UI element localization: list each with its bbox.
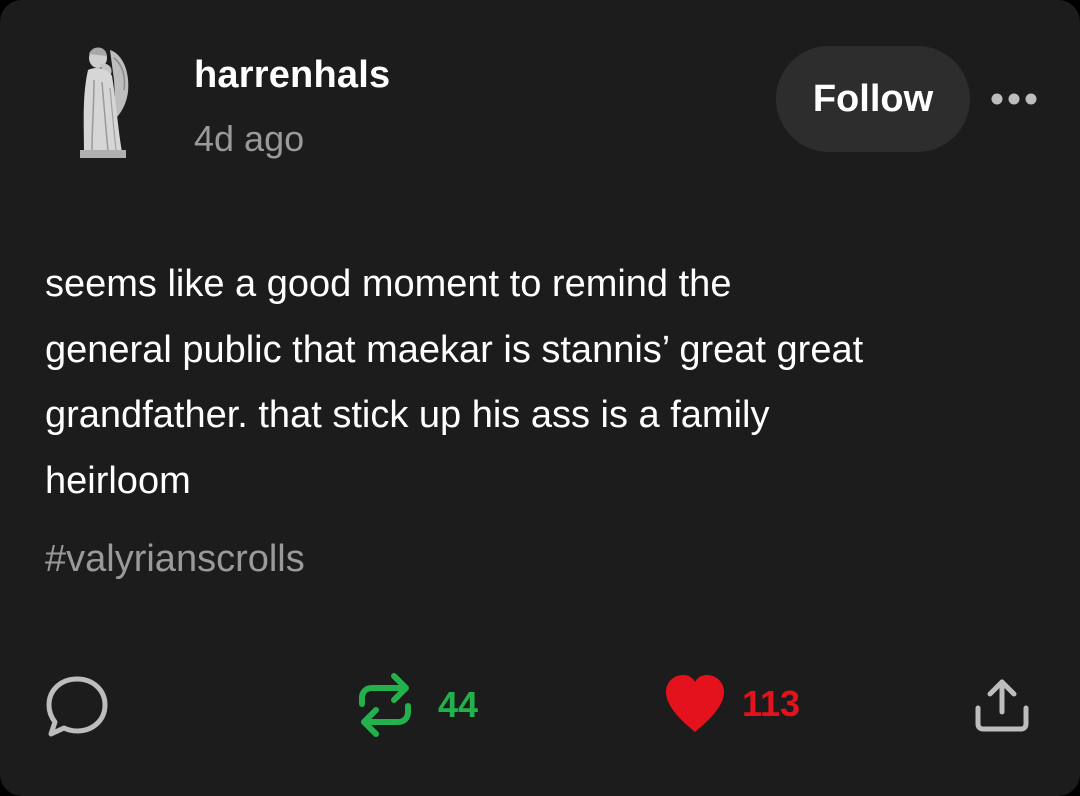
- angel-statue-avatar-icon: [80, 47, 129, 158]
- heart-icon: [666, 675, 724, 732]
- share-icon: [975, 679, 1029, 732]
- reply-bubble-icon: [46, 676, 108, 737]
- follow-button[interactable]: Follow: [776, 46, 970, 152]
- reply-button[interactable]: [44, 674, 110, 740]
- reblog-count: 44: [438, 684, 479, 725]
- post-card: harrenhals 4d ago Follow seems like a go…: [0, 0, 1080, 796]
- avatar[interactable]: [70, 40, 136, 160]
- like-count: 113: [742, 683, 801, 724]
- post-tag[interactable]: #valyrianscrolls: [45, 538, 305, 581]
- more-options-button[interactable]: [986, 84, 1042, 114]
- share-button[interactable]: [972, 676, 1032, 734]
- reblog-icon: [359, 673, 411, 737]
- post-body-text: seems like a good moment to remind the g…: [45, 263, 864, 502]
- like-button[interactable]: 113: [664, 674, 800, 734]
- more-dots-icon: [991, 93, 1037, 105]
- reblog-button[interactable]: 44: [356, 668, 478, 742]
- username[interactable]: harrenhals: [194, 54, 390, 97]
- post-timestamp: 4d ago: [194, 118, 305, 159]
